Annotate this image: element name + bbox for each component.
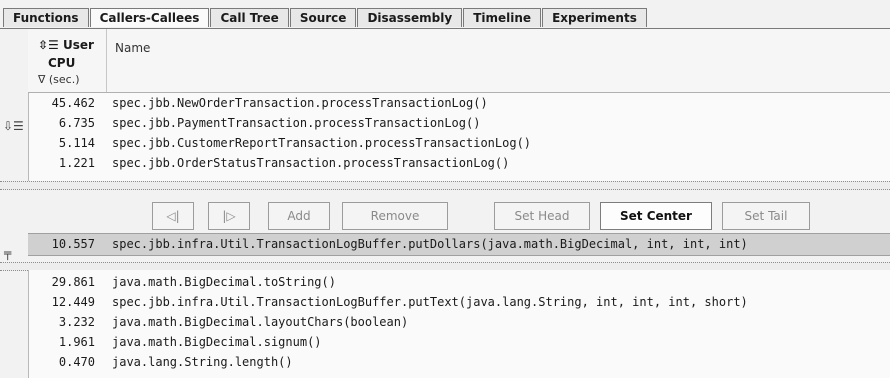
table-header: ⇳☰ User CPU ∇ (sec.) Name <box>28 29 890 93</box>
set-tail-button[interactable]: Set Tail <box>722 202 810 230</box>
add-button[interactable]: Add <box>268 202 330 230</box>
forward-button[interactable]: |▷ <box>208 202 250 230</box>
row-value: 3.232 <box>58 315 95 329</box>
set-head-button[interactable]: Set Head <box>494 202 590 230</box>
row-name: spec.jbb.infra.Util.TransactionLogBuffer… <box>112 237 748 251</box>
tab-bar: Functions Callers-Callees Call Tree Sour… <box>3 8 648 28</box>
table-row[interactable]: 1.221 spec.jbb.OrderStatusTransaction.pr… <box>28 153 890 173</box>
table-row[interactable]: 3.232 java.math.BigDecimal.layoutChars(b… <box>28 312 890 332</box>
tab-timeline[interactable]: Timeline <box>463 8 542 27</box>
tab-disassembly[interactable]: Disassembly <box>357 8 463 27</box>
pin-icon[interactable]: ╤ <box>4 246 11 260</box>
row-name: java.lang.String.length() <box>112 355 293 369</box>
tab-functions[interactable]: Functions <box>3 8 89 27</box>
row-value: 12.449 <box>51 295 95 309</box>
table-row[interactable]: 6.735 spec.jbb.PaymentTransaction.proces… <box>28 113 890 133</box>
metric-column-header[interactable]: ⇳☰ User CPU ∇ (sec.) <box>28 29 107 92</box>
row-name: spec.jbb.PaymentTransaction.processTrans… <box>112 116 481 130</box>
row-name: spec.jbb.OrderStatusTransaction.processT… <box>112 156 510 170</box>
table-row[interactable]: 29.861 java.math.BigDecimal.toString() <box>28 272 890 292</box>
selected-function-row[interactable]: 10.557 spec.jbb.infra.Util.TransactionLo… <box>28 233 890 256</box>
table-row[interactable]: 1.961 java.math.BigDecimal.signum() <box>28 332 890 352</box>
remove-button[interactable]: Remove <box>342 202 448 230</box>
metric-header-line3: ∇ (sec.) <box>38 73 80 86</box>
tab-call-tree[interactable]: Call Tree <box>210 8 289 27</box>
table-row[interactable]: 5.114 spec.jbb.CustomerReportTransaction… <box>28 133 890 153</box>
table-row[interactable]: 0.470 java.lang.String.length() <box>28 352 890 372</box>
sort-order-icon[interactable]: ⇩☰ <box>3 119 24 133</box>
row-name: java.math.BigDecimal.toString() <box>112 275 336 289</box>
row-value: 6.735 <box>58 116 95 130</box>
name-column-header[interactable]: Name <box>115 41 150 55</box>
table-row[interactable]: 12.449 spec.jbb.infra.Util.TransactionLo… <box>28 292 890 312</box>
metric-header-line1: ⇳☰ User <box>38 38 94 52</box>
row-value: 10.557 <box>51 237 95 251</box>
tab-experiments[interactable]: Experiments <box>542 8 647 27</box>
row-value: 0.470 <box>58 355 95 369</box>
sort-metric-icon: ⇳☰ <box>38 38 59 52</box>
row-name: spec.jbb.CustomerReportTransaction.proce… <box>112 136 532 150</box>
left-gutter <box>0 29 28 378</box>
row-name: spec.jbb.NewOrderTransaction.processTran… <box>112 96 488 110</box>
row-name: spec.jbb.infra.Util.TransactionLogBuffer… <box>112 295 748 309</box>
row-value: 1.221 <box>58 156 95 170</box>
tab-callers-callees[interactable]: Callers-Callees <box>89 8 210 27</box>
row-name: java.math.BigDecimal.signum() <box>112 335 322 349</box>
splitter-top[interactable] <box>0 181 890 190</box>
table-row[interactable]: 45.462 spec.jbb.NewOrderTransaction.proc… <box>28 93 890 113</box>
row-value: 45.462 <box>51 96 95 110</box>
back-button[interactable]: ◁| <box>152 202 194 230</box>
navigation-toolbar: ◁| |▷ Add Remove Set Head Set Center Set… <box>28 198 890 234</box>
metric-header-line2: CPU <box>48 56 76 70</box>
tab-source[interactable]: Source <box>289 8 357 27</box>
row-value: 29.861 <box>51 275 95 289</box>
row-value: 1.961 <box>58 335 95 349</box>
row-name: java.math.BigDecimal.layoutChars(boolean… <box>112 315 409 329</box>
set-center-button[interactable]: Set Center <box>600 202 712 230</box>
row-value: 5.114 <box>58 136 95 150</box>
